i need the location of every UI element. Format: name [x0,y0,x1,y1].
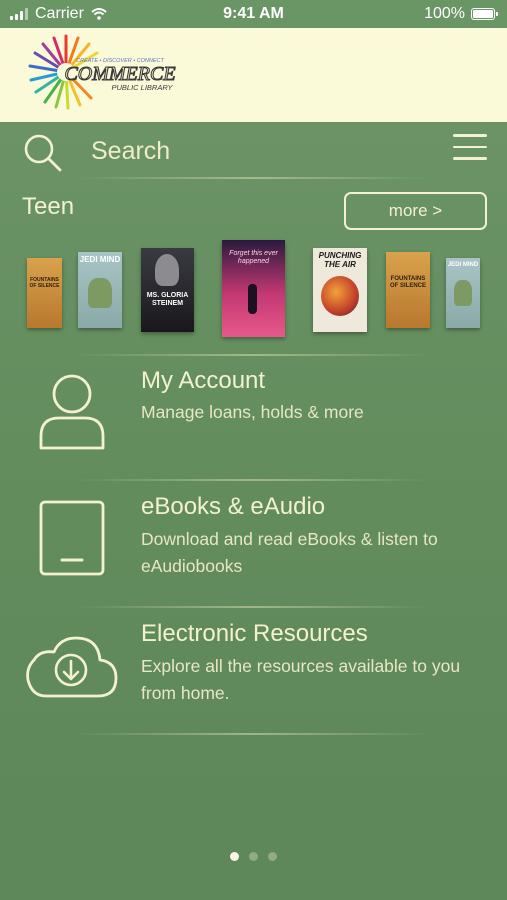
app-header: CREATE • DISCOVER • CONNECT COMMERCE PUB… [0,28,507,122]
book-title: MS. GLORIA STEINEM [146,292,189,307]
menu-item-electronic-resources[interactable]: Electronic Resources Explore all the res… [0,614,507,734]
book-cover[interactable]: FOUNTAINS OF SILENCE [27,258,62,328]
search-label[interactable]: Search [91,137,170,166]
more-button[interactable]: more > [344,192,487,230]
book-cover[interactable]: JEDI MIND [446,258,480,328]
page-indicator[interactable] [0,852,507,861]
status-bar: Carrier 9:41 AM 100% [0,0,507,28]
divider [75,733,430,735]
page-dot[interactable] [268,852,277,861]
search-bar[interactable]: Search [0,122,507,180]
menu-title: eBooks & eAudio [141,493,326,520]
book-title: JEDI MIND [447,262,479,268]
book-art [321,276,359,316]
status-right: 100% [424,5,498,23]
book-art [248,284,257,314]
hamburger-menu-icon[interactable] [453,134,487,162]
divider [75,606,430,608]
battery-icon [471,8,498,20]
book-title: FOUNTAINS OF SILENCE [389,276,426,289]
page-dot[interactable] [230,852,239,861]
book-cover[interactable]: FOUNTAINS OF SILENCE [386,252,430,328]
book-cover[interactable]: MS. GLORIA STEINEM [141,248,194,332]
battery-percent: 100% [424,5,465,22]
menu-title: My Account [141,367,266,394]
book-cover[interactable]: JEDI MIND [78,252,122,328]
menu-item-ebooks[interactable]: eBooks & eAudio Download and read eBooks… [0,487,507,607]
book-cover[interactable]: Forget this ever happened [222,240,285,337]
book-title: FOUNTAINS OF SILENCE [29,277,60,289]
page-dot[interactable] [249,852,258,861]
menu-subtitle: Download and read eBooks & listen to eAu… [141,529,438,576]
book-title: Forget this ever happened [229,250,278,265]
book-cover[interactable]: PUNCHING THE AIR [313,248,367,332]
logo-name: COMMERCE [64,63,175,85]
menu-item-my-account[interactable]: My Account Manage loans, holds & more [0,362,507,477]
book-art [454,280,472,306]
cloud-download-icon [26,636,118,698]
library-logo: CREATE • DISCOVER • CONNECT COMMERCE PUB… [28,34,176,110]
person-icon [39,374,105,450]
menu-title: Electronic Resources [141,620,368,647]
divider [75,479,430,481]
menu-subtitle: Explore all the resources available to y… [141,656,461,703]
menu-subtitle: Manage loans, holds & more [141,402,364,422]
book-art [155,254,179,286]
book-title: PUNCHING THE AIR [318,251,362,269]
tablet-icon [39,500,105,576]
logo-subname: PUBLIC LIBRARY [112,83,174,92]
home-main: Search Teen more > FOUNTAINS OF SILENCE … [0,122,507,900]
book-title: JEDI MIND [79,255,121,264]
book-art [88,278,112,308]
teen-section-title: Teen [22,193,75,220]
divider [75,177,430,179]
search-icon[interactable] [22,132,64,174]
divider [75,354,430,356]
